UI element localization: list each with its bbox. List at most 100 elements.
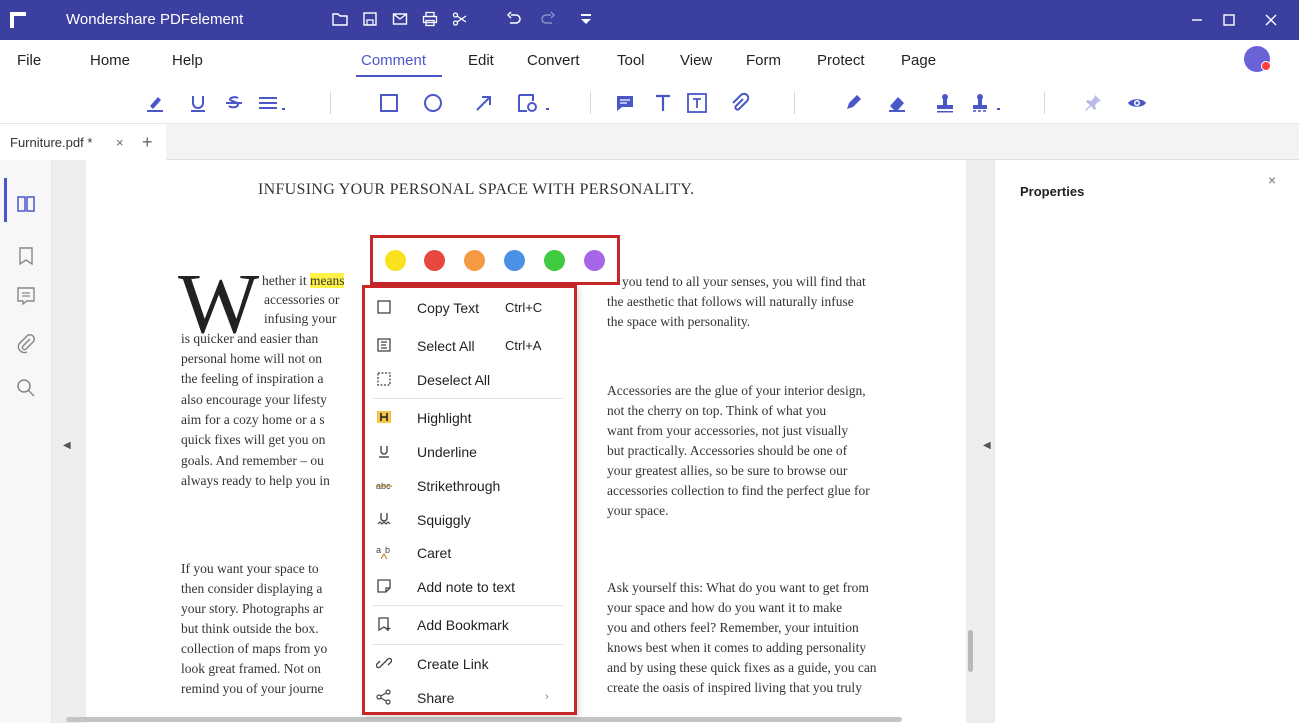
redo-icon[interactable] (538, 9, 558, 29)
doc-line: accessories collection to find the perfe… (607, 483, 870, 498)
arrow-icon[interactable] (471, 90, 497, 116)
highlight-icon[interactable] (142, 90, 168, 116)
user-avatar[interactable] (1244, 46, 1271, 72)
highlighted-word: means (309, 273, 345, 288)
oval-icon[interactable] (420, 90, 446, 116)
tab-close-icon[interactable]: × (116, 135, 124, 150)
context-menu: Copy Text Ctrl+C Select All Ctrl+A Desel… (362, 285, 577, 715)
menu-add-bookmark[interactable]: Add Bookmark (365, 611, 574, 639)
bookmarks-icon[interactable] (14, 244, 38, 268)
save-icon[interactable] (360, 9, 380, 29)
color-swatch-purple[interactable] (584, 250, 605, 271)
menu-create-link[interactable]: Create Link (365, 650, 574, 678)
menu-select-all[interactable]: Select All Ctrl+A (365, 332, 574, 360)
menu-deselect-all[interactable]: Deselect All (365, 366, 574, 394)
text-box-icon[interactable] (684, 90, 710, 116)
menu-share[interactable]: Share › (365, 684, 574, 712)
doc-line: but practically. Accessories should be o… (607, 443, 848, 458)
search-icon[interactable] (14, 376, 38, 400)
menu-page[interactable]: Page (901, 52, 936, 69)
collapse-right-icon[interactable]: ◀ (983, 440, 991, 451)
shapes-icon[interactable] (514, 90, 558, 116)
menu-strikethrough[interactable]: abc Strikethrough (365, 472, 574, 500)
rectangle-icon[interactable] (376, 90, 402, 116)
svg-text:a: a (376, 545, 381, 555)
doc-line: your story. Photographs ar (181, 601, 324, 616)
doc-line: hether it means (262, 273, 345, 288)
properties-close-icon[interactable]: × (1268, 172, 1276, 188)
menu-file[interactable]: File (17, 52, 41, 69)
color-swatch-blue[interactable] (504, 250, 525, 271)
menu-tool[interactable]: Tool (617, 52, 645, 69)
vertical-scrollbar[interactable] (968, 630, 973, 672)
menu-view[interactable]: View (680, 52, 712, 69)
horizontal-scrollbar[interactable] (66, 717, 902, 722)
menu-squiggly[interactable]: Squiggly (365, 506, 574, 534)
menu-add-note[interactable]: Add note to text (365, 573, 574, 601)
folder-icon[interactable] (330, 9, 350, 29)
close-icon[interactable] (1258, 8, 1284, 32)
color-swatch-green[interactable] (544, 250, 565, 271)
menu-protect[interactable]: Protect (817, 52, 865, 69)
doc-line: goals. And remember – ou (181, 453, 324, 468)
doc-line: not the cherry on top. Think of what you (607, 403, 827, 418)
share-icon[interactable] (450, 9, 470, 29)
sticky-note-icon[interactable] (612, 90, 638, 116)
menu-highlight[interactable]: Highlight (365, 404, 574, 432)
print-icon[interactable] (420, 9, 440, 29)
underline-icon (375, 442, 393, 460)
pencil-icon[interactable] (840, 90, 866, 116)
new-tab-icon[interactable]: + (142, 132, 153, 153)
eraser-icon[interactable] (884, 90, 910, 116)
menu-help[interactable]: Help (172, 52, 203, 69)
maximize-icon[interactable] (1216, 8, 1242, 32)
color-swatch-orange[interactable] (464, 250, 485, 271)
comment-toolbar (0, 80, 1299, 124)
doc-line: is quicker and easier than (181, 331, 319, 346)
deselect-icon (375, 370, 393, 388)
pin-icon[interactable] (1080, 90, 1106, 116)
menu-underline[interactable]: Underline (365, 438, 574, 466)
typewriter-icon[interactable] (650, 90, 676, 116)
strikethrough-icon: abc (375, 476, 393, 494)
doc-line: collection of maps from yo (181, 641, 328, 656)
menu-form[interactable]: Form (746, 52, 781, 69)
thumbnails-icon[interactable] (14, 192, 38, 216)
share-icon (375, 688, 393, 706)
eye-icon[interactable] (1124, 90, 1150, 116)
mail-icon[interactable] (390, 9, 410, 29)
customize-icon[interactable] (576, 9, 596, 29)
undo-icon[interactable] (504, 9, 524, 29)
highlight-color-palette (370, 235, 620, 285)
text-align-icon[interactable] (254, 90, 294, 116)
copy-icon (375, 298, 393, 316)
menu-edit[interactable]: Edit (468, 52, 494, 69)
menu-comment[interactable]: Comment (361, 52, 426, 69)
menu-convert[interactable]: Convert (527, 52, 580, 69)
underline-icon[interactable] (185, 90, 211, 116)
strikethrough-icon[interactable] (221, 90, 247, 116)
stamp-icon[interactable] (932, 90, 958, 116)
doc-line: always ready to help you in (181, 473, 330, 488)
toolbar-separator (794, 92, 795, 114)
minimize-icon[interactable] (1184, 8, 1210, 32)
app-logo-icon (10, 12, 26, 28)
menu-caret[interactable]: ab Caret (365, 539, 574, 567)
toolbar-separator (590, 92, 591, 114)
comments-icon[interactable] (14, 284, 38, 308)
signature-icon[interactable] (968, 90, 1008, 116)
doc-line: the aesthetic that follows will naturall… (607, 294, 854, 309)
doc-line: your space and how do you want it to mak… (607, 600, 843, 615)
menu-separator (373, 644, 563, 645)
menu-separator (373, 398, 563, 399)
attachment-icon[interactable] (726, 90, 752, 116)
doc-line: and by using these quick fixes as a guid… (607, 660, 877, 675)
menu-copy-text[interactable]: Copy Text Ctrl+C (365, 294, 574, 322)
doc-line: you and others feel? Remember, your intu… (607, 620, 859, 635)
color-swatch-red[interactable] (424, 250, 445, 271)
color-swatch-yellow[interactable] (385, 250, 406, 271)
title-bar: Wondershare PDFelement (0, 0, 1299, 40)
collapse-left-icon[interactable]: ◀ (63, 440, 71, 451)
attachments-icon[interactable] (14, 332, 38, 356)
menu-home[interactable]: Home (90, 52, 130, 69)
